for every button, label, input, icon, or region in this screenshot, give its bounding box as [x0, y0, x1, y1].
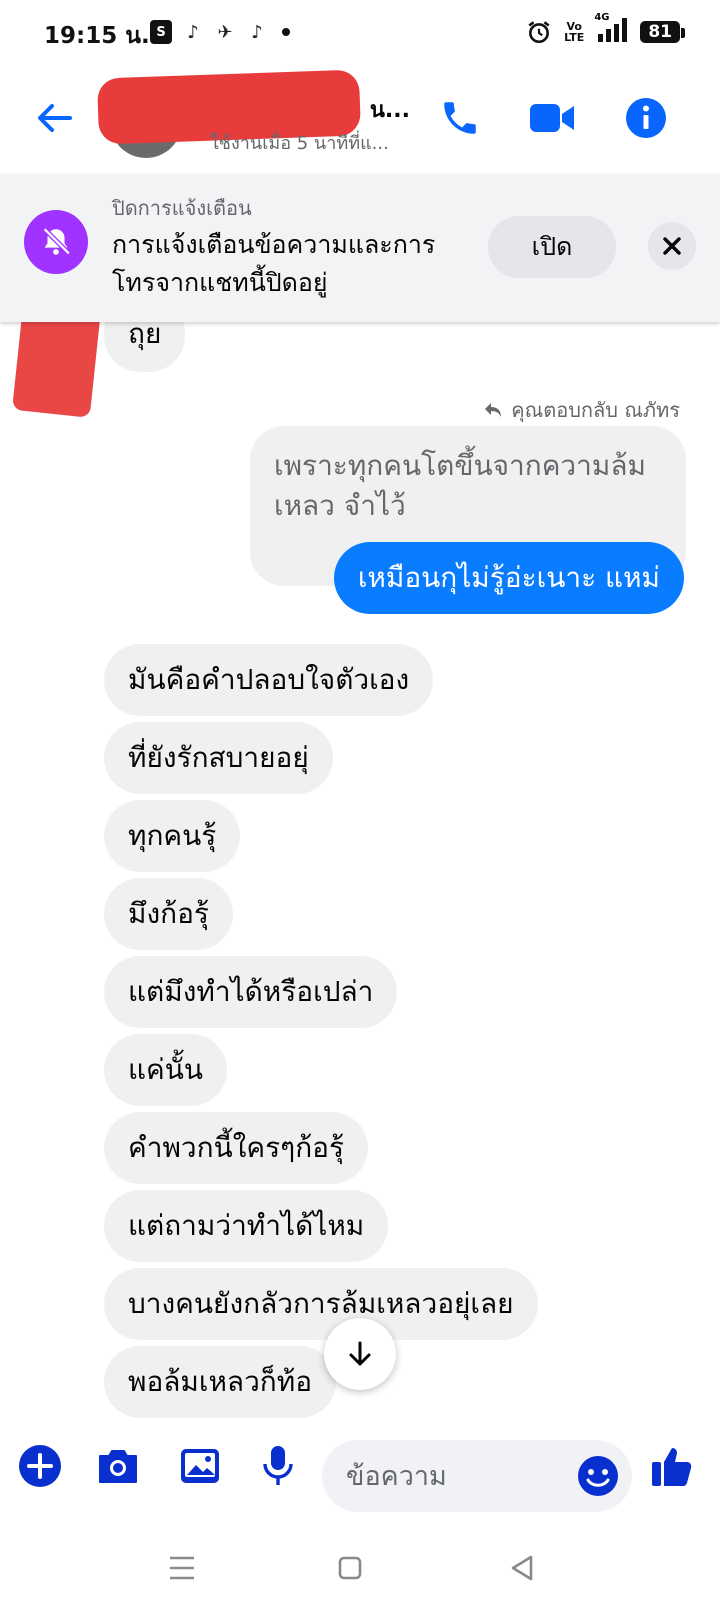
more-actions-button[interactable]	[16, 1442, 64, 1490]
mic-icon	[263, 1446, 293, 1485]
audio-call-button[interactable]	[436, 94, 484, 142]
phone-icon	[444, 102, 476, 134]
incoming-message[interactable]: บางคนยังกลัวการล้มเหลวอยุ่เลย	[104, 1268, 538, 1340]
gallery-button[interactable]	[176, 1442, 224, 1490]
info-button[interactable]	[622, 94, 670, 142]
notification-icons: S ♪ ✈ ♪	[150, 20, 290, 44]
incoming-message[interactable]: ทุกคนรุ้	[104, 800, 241, 872]
tiktok-icon: ♪	[187, 21, 199, 43]
arrow-down-icon	[349, 1341, 371, 1366]
incoming-message[interactable]: มันคือคำปลอบใจตัวเอง	[104, 644, 434, 716]
alarm-icon	[528, 21, 550, 44]
more-notifications-dot	[282, 28, 290, 36]
thumbs-up-icon	[652, 1448, 692, 1486]
home-button[interactable]	[330, 1548, 370, 1588]
incoming-message[interactable]: พอล้มเหลวก็ท้อ	[104, 1346, 337, 1418]
banner-title: ปิดการแจ้งเตือน	[112, 196, 252, 220]
bell-off-badge	[24, 210, 88, 274]
status-bar: 19:15 น. S ♪ ✈ ♪ Vo LTE 4G 81	[0, 0, 720, 66]
dismiss-banner-button[interactable]	[648, 222, 696, 270]
reply-context-text: คุณตอบกลับ ณภัทร	[511, 398, 680, 422]
status-time: 19:15 น.	[44, 23, 150, 49]
message-list[interactable]: ถุย คุณตอบกลับ ณภัทร เพราะทุกคนโตขึ้นจาก…	[0, 322, 720, 1418]
shopee-icon: S	[150, 20, 172, 44]
info-icon	[626, 98, 666, 138]
reply-context: คุณตอบกลับ ณภัทร	[483, 394, 680, 426]
plus-icon	[19, 1445, 61, 1487]
bell-off-icon	[42, 227, 71, 256]
incoming-message[interactable]: แค่นั้น	[104, 1034, 228, 1106]
back-triangle-icon	[511, 1555, 533, 1581]
video-call-button[interactable]	[528, 94, 576, 142]
scroll-to-bottom-button[interactable]	[324, 1318, 396, 1390]
image-icon	[181, 1449, 219, 1483]
incoming-message[interactable]: ที่ยังรักสบายอยุ่	[104, 722, 333, 794]
back-arrow-icon	[38, 104, 72, 132]
reply-arrow-icon	[485, 403, 502, 417]
emoji-icon	[578, 1456, 618, 1496]
camera-button[interactable]	[94, 1442, 142, 1490]
incoming-message[interactable]: มึงก้อรุ้	[104, 878, 233, 950]
contact-name[interactable]: น...	[210, 92, 410, 127]
signal-icon: 4G	[594, 12, 628, 46]
close-icon	[663, 237, 681, 255]
contact-active-status: ใช้งานเมื่อ 5 นาทีที่แ...	[210, 133, 389, 154]
voice-message-button[interactable]	[254, 1442, 302, 1490]
back-button[interactable]	[30, 94, 78, 142]
system-back-button[interactable]	[502, 1548, 542, 1588]
chat-header: น... ใช้งานเมื่อ 5 นาทีที่แ...	[0, 66, 720, 172]
muted-notification-banner: ปิดการแจ้งเตือน การแจ้งเตือนข้อความและกา…	[0, 174, 720, 322]
message-composer	[0, 1418, 720, 1526]
system-navigation-bar	[0, 1526, 720, 1612]
app-notification-icon: ✈	[217, 21, 233, 43]
incoming-message[interactable]: แต่มึงทำได้หรือเปล่า	[104, 956, 398, 1028]
send-like-button[interactable]	[648, 1442, 696, 1490]
camera-icon	[99, 1450, 137, 1483]
incoming-message[interactable]: คำพวกนี้ใครๆก้อรุ้	[104, 1112, 369, 1184]
outgoing-message[interactable]: เหมือนกุไม่รู้อ่ะเนาะ แหม่	[333, 542, 684, 614]
battery-indicator: 81	[640, 21, 685, 43]
video-icon	[530, 104, 574, 132]
home-square-icon	[338, 1556, 362, 1580]
redaction-mark	[12, 322, 102, 418]
volte-icon: Vo LTE	[564, 20, 585, 44]
status-indicators: Vo LTE 4G 81	[526, 12, 685, 46]
tiktok-icon: ♪	[251, 21, 263, 43]
recents-button[interactable]	[162, 1548, 202, 1588]
unmute-button[interactable]: เปิด	[488, 216, 616, 278]
banner-text: การแจ้งเตือนข้อความและการโทรจากแชทนี้ปิด…	[112, 230, 436, 297]
incoming-message[interactable]: ถุย	[104, 322, 186, 372]
incoming-message[interactable]: แต่ถามว่าทำได้ไหม	[104, 1190, 389, 1262]
menu-icon	[170, 1556, 194, 1580]
emoji-button[interactable]	[576, 1454, 620, 1498]
